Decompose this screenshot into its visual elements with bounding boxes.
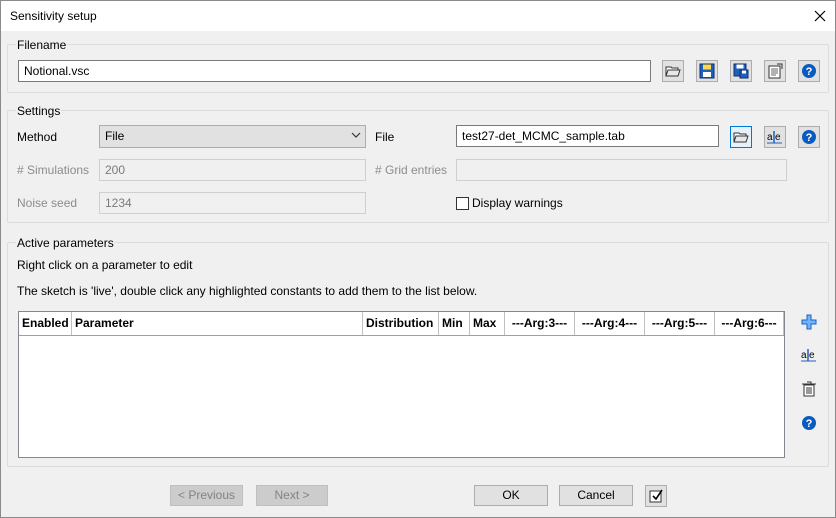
column-header-arg6[interactable]: ---Arg:6---: [715, 312, 784, 335]
export-button[interactable]: [764, 60, 786, 82]
delete-parameter-button[interactable]: [798, 378, 820, 400]
edit-parameter-button[interactable]: a e: [798, 344, 820, 366]
live-sketch-hint-text: The sketch is 'live', double click any h…: [17, 284, 478, 298]
help-icon: ?: [802, 64, 816, 78]
cancel-button[interactable]: Cancel: [559, 485, 633, 506]
filename-field[interactable]: Notional.vsc: [18, 60, 651, 82]
help-icon: ?: [802, 130, 816, 144]
close-icon: [814, 10, 826, 22]
filename-group-label: Filename: [16, 38, 68, 52]
apply-button[interactable]: [645, 485, 667, 507]
check-edit-icon: [649, 489, 663, 503]
previous-button[interactable]: < Previous: [170, 485, 243, 506]
column-header-arg4[interactable]: ---Arg:4---: [575, 312, 645, 335]
method-select[interactable]: File: [99, 125, 366, 148]
column-header-max[interactable]: Max: [470, 312, 505, 335]
folder-open-icon: [665, 66, 681, 77]
spellcheck-edit-icon: a e: [801, 349, 816, 362]
trash-icon: [802, 381, 816, 397]
folder-open-icon: [733, 132, 749, 143]
chevron-down-icon: [351, 132, 361, 138]
save-button[interactable]: [696, 60, 718, 82]
browse-file-button[interactable]: [730, 126, 752, 148]
file-label: File: [375, 130, 395, 144]
display-warnings-checkbox[interactable]: [456, 197, 469, 210]
save-icon: [699, 63, 715, 79]
column-header-distribution[interactable]: Distribution: [363, 312, 439, 335]
edit-hint-text: Right click on a parameter to edit: [17, 258, 193, 272]
parameters-table[interactable]: Enabled Parameter Distribution Min Max -…: [18, 311, 785, 458]
noise-seed-label: Noise seed: [17, 196, 78, 210]
settings-group-label: Settings: [16, 104, 62, 118]
file-field[interactable]: test27-det_MCMC_sample.tab: [456, 125, 719, 147]
active-parameters-group-label: Active parameters: [16, 236, 115, 250]
add-parameter-button[interactable]: [798, 311, 820, 333]
save-as-button[interactable]: [730, 60, 752, 82]
sensitivity-setup-dialog: Sensitivity setup Filename Notional.vsc: [0, 0, 836, 518]
spellcheck-edit-icon: a e: [767, 131, 782, 144]
window-title: Sensitivity setup: [10, 9, 97, 23]
document-export-icon: [768, 63, 783, 79]
svg-text:e: e: [775, 132, 781, 143]
plus-icon: [801, 314, 817, 330]
parameters-help-button[interactable]: ?: [798, 412, 820, 434]
edit-file-button[interactable]: a e: [764, 126, 786, 148]
svg-text:a: a: [801, 350, 807, 361]
svg-text:e: e: [809, 350, 815, 361]
noise-seed-field[interactable]: 1234: [99, 192, 366, 214]
svg-text:?: ?: [806, 132, 813, 144]
svg-text:a: a: [767, 132, 773, 143]
svg-text:?: ?: [806, 66, 813, 78]
method-select-value: File: [105, 129, 125, 143]
save-as-icon: [733, 63, 749, 79]
ok-button[interactable]: OK: [474, 485, 548, 506]
column-header-arg5[interactable]: ---Arg:5---: [645, 312, 715, 335]
svg-text:?: ?: [806, 418, 813, 430]
column-header-parameter[interactable]: Parameter: [72, 312, 363, 335]
display-warnings-label: Display warnings: [472, 196, 563, 210]
grid-entries-label: # Grid entries: [375, 163, 448, 177]
next-button[interactable]: Next >: [256, 485, 328, 506]
grid-entries-field[interactable]: [456, 159, 787, 181]
simulations-label: # Simulations: [17, 163, 90, 177]
title-bar: Sensitivity setup: [1, 1, 835, 31]
open-file-button[interactable]: [662, 60, 684, 82]
column-header-min[interactable]: Min: [439, 312, 470, 335]
parameters-table-header: Enabled Parameter Distribution Min Max -…: [19, 312, 784, 336]
help-icon: ?: [802, 416, 816, 430]
method-label: Method: [17, 130, 58, 144]
column-header-arg3[interactable]: ---Arg:3---: [505, 312, 575, 335]
filename-help-button[interactable]: ?: [798, 60, 820, 82]
simulations-field[interactable]: 200: [99, 159, 366, 181]
close-button[interactable]: [811, 7, 829, 25]
settings-help-button[interactable]: ?: [798, 126, 820, 148]
column-header-enabled[interactable]: Enabled: [19, 312, 72, 335]
